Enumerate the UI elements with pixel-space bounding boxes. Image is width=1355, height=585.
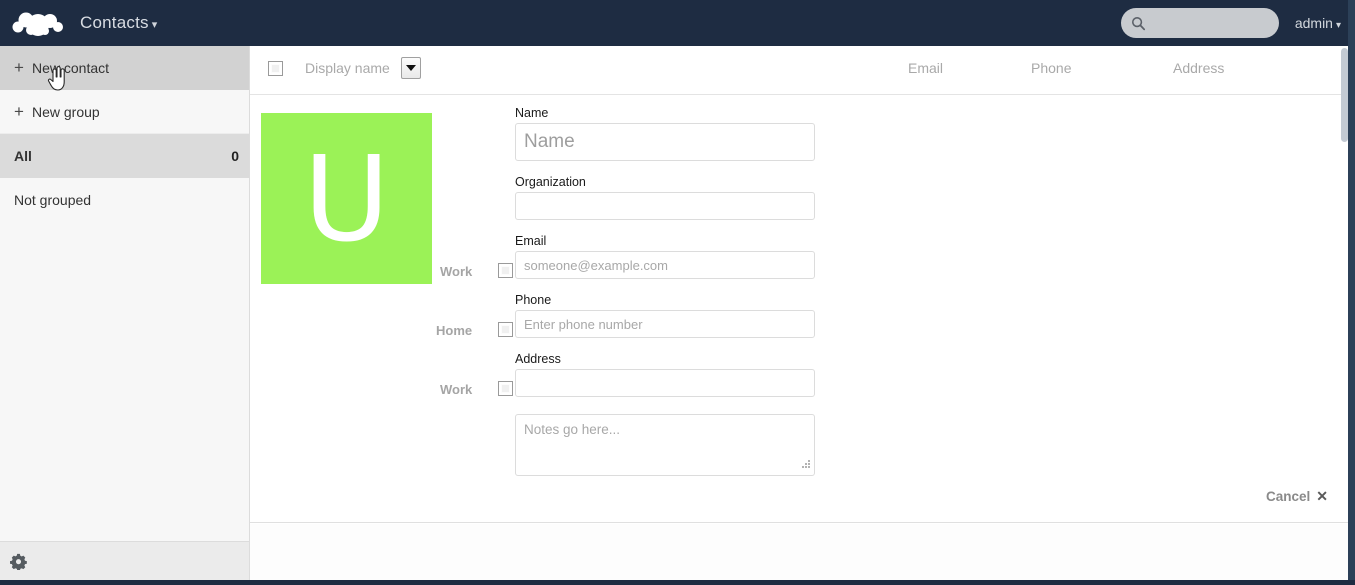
user-menu[interactable]: admin ▾ xyxy=(1295,15,1341,31)
top-header-bar: Contacts ▾ admin ▾ xyxy=(0,0,1355,46)
field-name: Name xyxy=(515,106,815,161)
sidebar: + New contact + New group All 0 Not grou… xyxy=(0,46,250,585)
column-header-address[interactable]: Address xyxy=(1173,60,1224,76)
column-header-email[interactable]: Email xyxy=(908,60,943,76)
column-header-phone[interactable]: Phone xyxy=(1031,60,1071,76)
email-type-checkbox[interactable] xyxy=(498,263,513,278)
field-organization: Organization xyxy=(515,175,815,220)
sidebar-item-not-grouped[interactable]: Not grouped xyxy=(0,178,249,222)
app-title-label: Contacts xyxy=(80,13,149,32)
gear-icon[interactable] xyxy=(10,553,27,575)
email-type-label[interactable]: Work xyxy=(440,264,472,279)
field-organization-label: Organization xyxy=(515,175,586,189)
window-bottom-edge xyxy=(0,580,1355,585)
contact-list-header: Display name Email Phone Address xyxy=(250,46,1348,95)
field-address: Address xyxy=(515,352,815,397)
owncloud-cloud-logo[interactable] xyxy=(8,0,68,46)
organization-input[interactable] xyxy=(515,192,815,220)
sort-dropdown-button[interactable] xyxy=(401,57,421,79)
search-box[interactable] xyxy=(1120,8,1279,38)
contacts-app-window: Contacts ▾ admin ▾ + New contact + New g… xyxy=(0,0,1355,585)
notes-textarea[interactable] xyxy=(515,414,815,476)
sidebar-item-label: New group xyxy=(32,103,100,120)
sidebar-item-new-group[interactable]: + New group xyxy=(0,90,249,134)
address-input[interactable] xyxy=(515,369,815,397)
avatar[interactable]: U xyxy=(261,113,432,284)
plus-icon: + xyxy=(14,57,24,77)
chevron-down-icon xyxy=(406,65,416,71)
select-all-checkbox[interactable] xyxy=(268,61,283,76)
vertical-scrollbar-thumb[interactable] xyxy=(1341,48,1348,142)
sidebar-footer xyxy=(0,541,249,585)
sort-column-label: Display name xyxy=(305,60,390,76)
chevron-down-icon: ▾ xyxy=(151,19,158,31)
header-right-group: admin ▾ xyxy=(1120,0,1355,46)
sidebar-item-label: All xyxy=(14,148,32,164)
address-type-checkbox[interactable] xyxy=(498,381,513,396)
field-address-label: Address xyxy=(515,352,561,366)
plus-icon: + xyxy=(14,101,24,121)
field-phone-label: Phone xyxy=(515,293,552,307)
user-menu-label: admin xyxy=(1294,15,1333,31)
address-type-label[interactable]: Work xyxy=(440,382,472,397)
field-email: Email xyxy=(515,234,815,279)
sidebar-item-label: Not grouped xyxy=(14,192,92,208)
sidebar-item-count: 0 xyxy=(231,148,239,164)
search-icon xyxy=(1131,16,1146,31)
contact-list-empty-area xyxy=(250,524,1348,580)
cancel-button[interactable]: Cancel ✕ xyxy=(1266,488,1328,505)
field-name-label: Name xyxy=(515,106,549,120)
window-right-edge xyxy=(1348,0,1355,585)
sidebar-item-label: New contact xyxy=(32,59,110,76)
search-input[interactable] xyxy=(1149,15,1260,31)
phone-type-checkbox[interactable] xyxy=(498,322,513,337)
sidebar-item-all[interactable]: All 0 xyxy=(0,134,249,178)
field-phone: Phone xyxy=(515,293,815,338)
field-email-label: Email xyxy=(515,234,547,248)
email-input[interactable] xyxy=(515,251,815,279)
cancel-button-label: Cancel xyxy=(1265,489,1311,504)
phone-input[interactable] xyxy=(515,310,815,338)
avatar-letter: U xyxy=(303,129,390,268)
close-icon: ✕ xyxy=(1316,488,1328,504)
sidebar-item-new-contact[interactable]: + New contact xyxy=(0,46,249,90)
app-title[interactable]: Contacts ▾ xyxy=(80,13,157,33)
chevron-down-icon: ▾ xyxy=(1335,20,1341,31)
contact-detail-panel: U Name Organization Email Work Phone Hom… xyxy=(250,96,1348,523)
phone-type-label[interactable]: Home xyxy=(436,323,472,338)
name-input[interactable] xyxy=(515,123,815,161)
